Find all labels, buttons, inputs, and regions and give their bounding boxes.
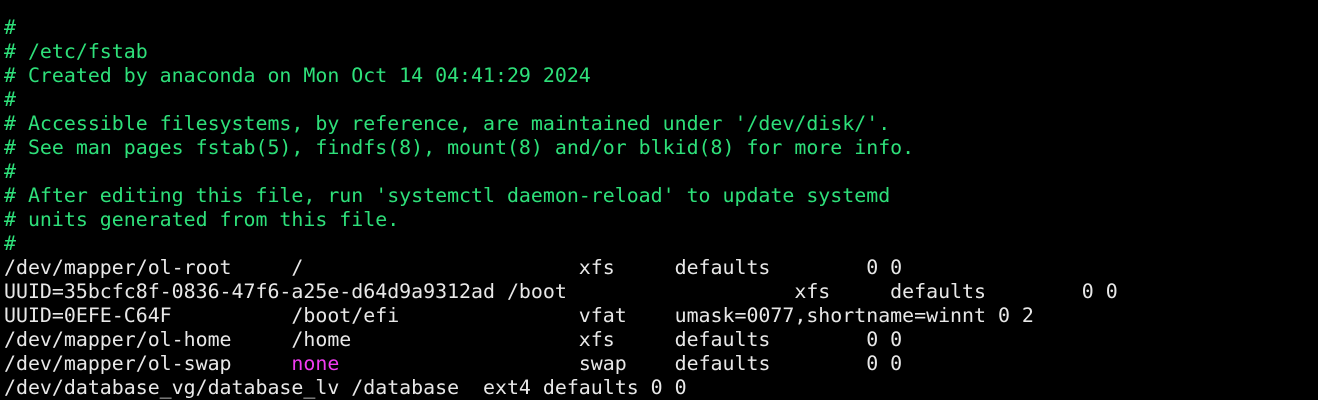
comment-line: # See man pages fstab(5), findfs(8), mou… — [4, 136, 915, 159]
comment-line: # — [4, 88, 16, 111]
comment-line: # — [4, 232, 16, 255]
terminal-window[interactable]: # # /etc/fstab # Created by anaconda on … — [0, 0, 1318, 400]
comment-line: # Created by anaconda on Mon Oct 14 04:4… — [4, 64, 591, 87]
swap-mount-none-keyword: none — [291, 352, 340, 375]
comment-line: # Accessible filesystems, by reference, … — [4, 112, 891, 135]
comment-line: # — [4, 16, 16, 39]
fstab-entry-database: /dev/database_vg/database_lv /database e… — [4, 376, 687, 399]
fstab-entry-ol-home: /dev/mapper/ol-home /home xfs defaults 0… — [4, 328, 903, 351]
fstab-entry-boot-efi: UUID=0EFE-C64F /boot/efi vfat umask=0077… — [4, 304, 1034, 327]
fstab-entry-ol-root: /dev/mapper/ol-root / xfs defaults 0 0 — [4, 256, 903, 279]
fstab-entry-ol-swap: /dev/mapper/ol-swap none swap defaults 0… — [4, 352, 1318, 376]
comment-line: # — [4, 160, 16, 183]
swap-rest-fields: swap defaults 0 0 — [339, 352, 903, 375]
fstab-entry-boot: UUID=35bcfc8f-0836-47f6-a25e-d64d9a9312a… — [4, 280, 1118, 303]
comment-line: # /etc/fstab — [4, 40, 148, 63]
comment-line: # units generated from this file. — [4, 208, 400, 231]
comment-line: # After editing this file, run 'systemct… — [4, 184, 891, 207]
swap-device-field: /dev/mapper/ol-swap — [4, 352, 292, 375]
